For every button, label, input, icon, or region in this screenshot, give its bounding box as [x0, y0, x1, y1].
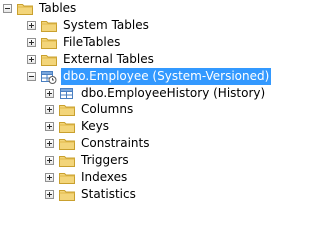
- expand-toggle-icon[interactable]: [27, 55, 36, 64]
- folder-icon: [59, 154, 75, 167]
- temporal-table-icon: [41, 70, 57, 84]
- tree-node-label: Statistics: [81, 187, 136, 201]
- expand-toggle-icon[interactable]: [45, 122, 54, 131]
- folder-icon: [17, 2, 33, 15]
- tree-node-label: Keys: [81, 119, 110, 133]
- tree-node-label: Constraints: [81, 136, 150, 150]
- tree-node-statistics[interactable]: Statistics: [45, 186, 138, 203]
- tree-node-dbo-employee[interactable]: dbo.Employee (System-Versioned): [27, 68, 272, 85]
- folder-icon: [59, 103, 75, 116]
- tree-node-indexes[interactable]: Indexes: [45, 169, 129, 186]
- tree-node-label: dbo.EmployeeHistory (History): [81, 86, 266, 100]
- tree-node-label: FileTables: [63, 35, 121, 49]
- folder-icon: [41, 53, 57, 66]
- expand-toggle-icon[interactable]: [45, 156, 54, 165]
- folder-icon: [59, 171, 75, 184]
- expand-toggle-icon[interactable]: [27, 38, 36, 47]
- expand-toggle-icon[interactable]: [27, 21, 36, 30]
- tree-node-label: dbo.Employee (System-Versioned): [61, 68, 272, 85]
- tree-node-dbo-employee-history[interactable]: dbo.EmployeeHistory (History): [45, 85, 267, 102]
- table-icon: [59, 87, 75, 101]
- tree-node-triggers[interactable]: Triggers: [45, 152, 131, 169]
- tree-node-system-tables[interactable]: System Tables: [27, 17, 151, 34]
- tree-node-filetables[interactable]: FileTables: [27, 34, 122, 51]
- folder-icon: [41, 36, 57, 49]
- tree-node-keys[interactable]: Keys: [45, 118, 111, 135]
- collapse-toggle-icon[interactable]: [3, 4, 12, 13]
- tree-node-label: System Tables: [63, 18, 149, 32]
- object-explorer-tree: Tables System Tables FileTables External…: [0, 0, 272, 203]
- tree-node-label: Indexes: [81, 170, 128, 184]
- tree-node-constraints[interactable]: Constraints: [45, 135, 151, 152]
- folder-icon: [59, 120, 75, 133]
- expand-toggle-icon[interactable]: [45, 89, 54, 98]
- folder-icon: [59, 137, 75, 150]
- tree-node-label: External Tables: [63, 52, 154, 66]
- expand-toggle-icon[interactable]: [45, 105, 54, 114]
- folder-icon: [59, 188, 75, 201]
- expand-toggle-icon[interactable]: [45, 190, 54, 199]
- expand-toggle-icon[interactable]: [45, 173, 54, 182]
- tree-node-columns[interactable]: Columns: [45, 101, 135, 118]
- tree-node-label: Columns: [81, 102, 134, 116]
- tree-node-label: Tables: [39, 1, 77, 15]
- tree-node-label: Triggers: [81, 153, 129, 167]
- tree-node-tables[interactable]: Tables: [3, 0, 78, 17]
- collapse-toggle-icon[interactable]: [27, 72, 36, 81]
- folder-icon: [41, 19, 57, 32]
- tree-node-external-tables[interactable]: External Tables: [27, 51, 156, 68]
- expand-toggle-icon[interactable]: [45, 139, 54, 148]
